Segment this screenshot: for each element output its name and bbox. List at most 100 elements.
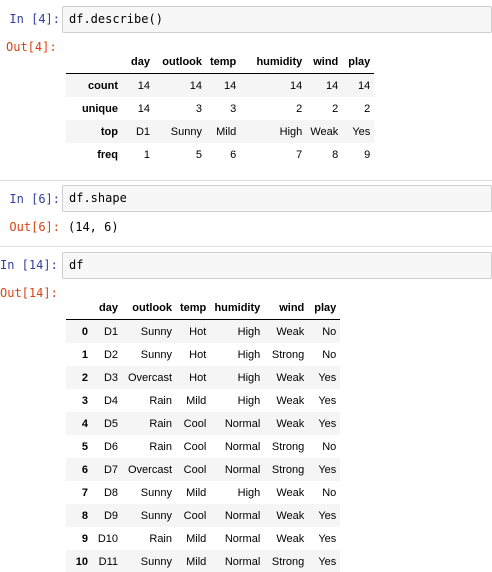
notebook: In [4]: df.describe() Out[4]: day outloo… — [0, 0, 492, 572]
table-cell: 14 — [326, 79, 339, 92]
code-input[interactable]: df.describe() — [62, 6, 492, 33]
row-index: freq — [97, 148, 118, 161]
shape-output: (14, 6) — [68, 220, 119, 234]
table-cell: Mild — [186, 486, 207, 499]
table-cell: D8 — [103, 486, 118, 499]
table-cell: D11 — [98, 555, 118, 568]
row-index: 4 — [81, 417, 88, 430]
table-cell: 6 — [230, 148, 237, 161]
table-cell: Rain — [149, 440, 172, 453]
table-cell: High — [237, 348, 261, 361]
table-cell: Hot — [189, 348, 207, 361]
index-header — [66, 296, 92, 320]
table-cell: No — [322, 486, 337, 499]
table-row: 7 D8 Sunny Mild High Weak No — [66, 481, 340, 504]
table-row: 0 D1 Sunny Hot High Weak No — [66, 319, 341, 343]
table-cell: Yes — [318, 463, 337, 476]
row-index: 2 — [81, 371, 88, 384]
table-cell: Sunny — [140, 509, 172, 522]
table-row: count 14 14 14 14 14 14 — [66, 73, 375, 97]
table-cell: D7 — [103, 463, 118, 476]
table-body: count 14 14 14 14 14 14 unique 14 3 3 2 2 2 top D1 Sunny… — [66, 73, 375, 167]
out-prompt: Out[14]: — [0, 286, 58, 300]
code-input[interactable]: df.shape — [62, 185, 492, 212]
table-cell: Weak — [276, 371, 305, 384]
table-cell: D9 — [103, 509, 118, 522]
column-header: play — [342, 50, 375, 74]
table-cell: 3 — [230, 102, 237, 115]
column-header: temp — [206, 50, 241, 74]
table-cell: Strong — [271, 555, 305, 568]
table-row: 8 D9 Sunny Cool Normal Weak Yes — [66, 504, 341, 527]
table-cell: 14 — [290, 79, 303, 92]
table-cell: 14 — [224, 79, 237, 92]
table-cell: Yes — [318, 532, 337, 545]
table-cell: Cool — [183, 440, 207, 453]
table-cell: 14 — [137, 102, 150, 115]
table-cell: Rain — [149, 417, 172, 430]
table-cell: Sunny — [140, 486, 172, 499]
table-row: 5 D6 Rain Cool Normal Strong No — [66, 435, 340, 458]
table-cell: No — [322, 440, 337, 453]
row-index: top — [100, 125, 118, 138]
table-cell: Hot — [189, 371, 207, 384]
cell-divider — [0, 246, 492, 247]
row-index: 10 — [75, 555, 88, 568]
table-cell: Rain — [149, 394, 172, 407]
dataframe-table: day outlook temp humidity wind play 0 D1 S… — [66, 296, 341, 572]
table-cell: Weak — [276, 417, 305, 430]
table-cell: D2 — [103, 348, 118, 361]
table-cell: Strong — [271, 348, 305, 361]
table-cell: Normal — [224, 417, 261, 430]
table-cell: Weak — [276, 509, 305, 522]
table-cell: D1 — [135, 125, 150, 138]
table-cell: Normal — [224, 463, 261, 476]
table-cell: Hot — [189, 325, 207, 338]
row-index: 1 — [81, 348, 88, 361]
table-row: 9 D10 Rain Mild Normal Weak Yes — [66, 527, 340, 550]
column-header: temp — [176, 296, 211, 320]
table-cell: Weak — [276, 486, 305, 499]
table-cell: High — [237, 486, 261, 499]
table-cell: Yes — [318, 509, 337, 522]
column-header: play — [308, 296, 341, 320]
in-prompt: In [6]: — [9, 192, 60, 206]
table-cell: 7 — [296, 148, 303, 161]
table-cell: Overcast — [127, 463, 172, 476]
table-cell: Cool — [183, 463, 207, 476]
table-cell: No — [322, 325, 337, 338]
table-cell: Weak — [310, 125, 339, 138]
table-cell: 2 — [296, 102, 303, 115]
table-cell: Weak — [276, 325, 305, 338]
table-cell: High — [237, 325, 261, 338]
table-cell: Sunny — [140, 325, 172, 338]
table-row: 10 D11 Sunny Mild Normal Strong Yes — [66, 550, 341, 572]
table-cell: Mild — [216, 125, 237, 138]
table-cell: Normal — [224, 509, 261, 522]
table-cell: 2 — [364, 102, 371, 115]
table-cell: Mild — [186, 555, 207, 568]
column-header: day — [122, 50, 154, 74]
row-index: 6 — [81, 463, 88, 476]
table-row: top D1 Sunny Mild High Weak Yes — [66, 120, 375, 143]
column-header: humidity — [210, 296, 265, 320]
table-cell: D1 — [103, 325, 118, 338]
row-index: 7 — [81, 486, 88, 499]
in-prompt: In [14]: — [0, 258, 58, 272]
table-cell: 1 — [143, 148, 150, 161]
table-row: 1 D2 Sunny Hot High Strong No — [66, 343, 340, 366]
table-cell: Normal — [224, 555, 261, 568]
out-prompt: Out[6]: — [9, 220, 60, 234]
describe-table: day outlook temp humidity wind play coun… — [66, 50, 375, 167]
table-cell: No — [322, 348, 337, 361]
table-row: 4 D5 Rain Cool Normal Weak Yes — [66, 412, 341, 435]
table-cell: Cool — [183, 417, 207, 430]
row-index: 9 — [81, 532, 88, 545]
code-input[interactable]: df — [62, 252, 492, 279]
table-cell: D3 — [103, 371, 118, 384]
table-cell: Weak — [276, 532, 305, 545]
table-cell: D4 — [103, 394, 118, 407]
row-index: unique — [81, 102, 118, 115]
table-cell: Overcast — [127, 371, 172, 384]
row-index: 8 — [81, 509, 88, 522]
